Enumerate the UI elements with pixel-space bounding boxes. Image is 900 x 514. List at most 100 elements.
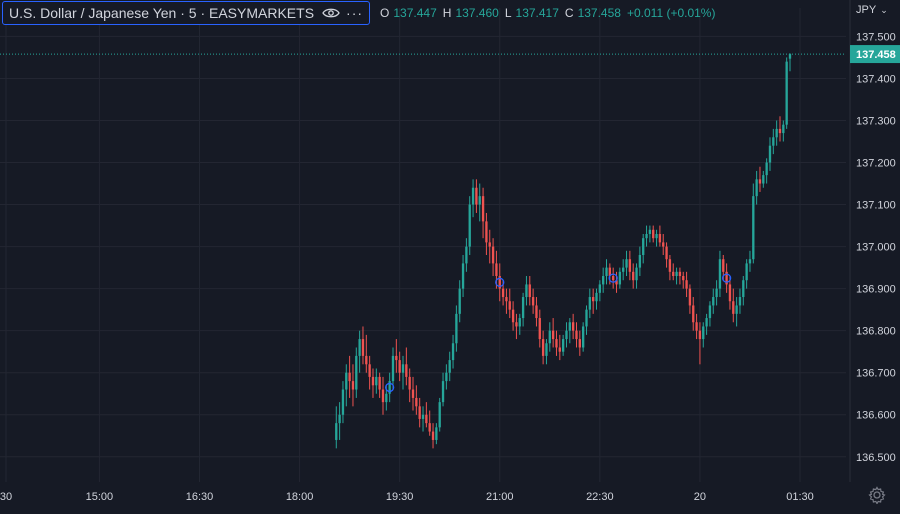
candle-body <box>655 233 658 239</box>
chevron-down-icon: ⌄ <box>880 5 888 15</box>
candle-body <box>545 343 548 356</box>
candle-body <box>625 259 628 268</box>
candle-body <box>435 427 438 440</box>
candle-body <box>491 246 495 264</box>
symbol-title[interactable]: U.S. Dollar / Japanese Yen · 5 · EASYMAR… <box>9 5 314 21</box>
candle-body <box>365 355 368 365</box>
time-tick-label: 16:30 <box>186 491 214 503</box>
high-label: H <box>442 6 452 20</box>
last-price-label: 137.458 <box>850 45 900 64</box>
ohlc-values: O 137.447 H 137.460 L 137.417 C 137.458 … <box>380 6 717 20</box>
candle-body <box>612 276 615 281</box>
candle-body <box>511 309 515 323</box>
candle-body <box>485 221 488 243</box>
candle-body <box>768 145 772 163</box>
candle-body <box>535 305 538 319</box>
candle-body <box>765 162 768 176</box>
candle-body <box>518 318 521 327</box>
candle-body <box>732 301 735 314</box>
candle-body <box>715 288 718 298</box>
candle-body <box>758 179 762 184</box>
candle-body <box>745 263 748 281</box>
currency-selector[interactable]: JPY ⌄ <box>856 4 888 16</box>
candle-body <box>348 372 351 382</box>
candle-body <box>678 271 682 277</box>
candle-body <box>588 297 591 310</box>
eye-icon[interactable] <box>322 7 340 19</box>
candle-body <box>638 255 642 268</box>
close-value: 137.458 <box>577 6 621 20</box>
candle-body <box>425 414 428 424</box>
candle-body <box>578 339 581 348</box>
candle-body <box>418 406 421 419</box>
candle-body <box>375 376 378 386</box>
candle-body <box>752 196 755 260</box>
candle-body <box>478 196 481 205</box>
time-tick-label: 19:30 <box>386 491 414 503</box>
candle-body <box>368 364 371 377</box>
candle-body <box>538 318 541 340</box>
time-tick-label: 21:00 <box>486 491 514 503</box>
price-chart[interactable]: 136.500 136.600 136.700 136.800 136.900 137.0… <box>0 0 900 514</box>
candle-body <box>488 242 491 247</box>
candle-body <box>531 297 535 306</box>
candle-body <box>335 423 338 440</box>
candle-body <box>755 179 758 197</box>
candle-body <box>525 284 528 298</box>
time-axis[interactable]: 30 15:00 16:30 18:00 19:30 21:00 22:30 20 01:30 <box>0 491 814 503</box>
candle-body <box>358 339 361 356</box>
candle-body <box>345 372 348 390</box>
candle-body <box>551 330 555 340</box>
price-tick-label: 136.700 <box>856 368 896 380</box>
candle-body <box>581 326 585 348</box>
candle-body <box>445 372 448 382</box>
candle-body <box>618 271 622 285</box>
candle-body <box>405 364 408 377</box>
candle-body <box>602 276 605 285</box>
candle-body <box>501 288 505 298</box>
candle-body <box>658 233 662 243</box>
candle-body <box>598 284 602 293</box>
candle-body <box>782 124 785 134</box>
time-tick-label: 20 <box>694 491 706 503</box>
candle-body <box>708 305 712 319</box>
candle-body <box>541 339 545 356</box>
candle-body <box>381 389 385 403</box>
candle-body <box>428 423 431 432</box>
candle-body <box>728 284 732 302</box>
dividend-markers <box>385 273 732 393</box>
ellipsis-icon[interactable]: ··· <box>346 5 363 21</box>
candle-body <box>475 187 478 205</box>
price-tick-label: 137.500 <box>856 31 896 43</box>
candle-body <box>461 263 465 289</box>
candle-body <box>738 297 742 306</box>
candle-body <box>438 402 441 428</box>
candle-body <box>675 271 678 277</box>
candle-body <box>528 284 531 298</box>
candle-body <box>622 267 625 272</box>
price-tick-label: 137.000 <box>856 242 896 254</box>
time-tick-label: 22:30 <box>586 491 614 503</box>
candle-body <box>605 267 608 277</box>
candle-body <box>508 301 511 310</box>
gear-icon[interactable] <box>868 486 886 504</box>
candle-body <box>642 238 645 255</box>
price-tick-label: 137.300 <box>856 115 896 127</box>
candle-body <box>722 259 725 272</box>
candle-body <box>565 330 568 340</box>
candle-body <box>778 128 782 134</box>
symbol-selector[interactable]: U.S. Dollar / Japanese Yen · 5 · EASYMAR… <box>2 1 371 25</box>
candle-body <box>455 313 458 344</box>
time-tick-label: 18:00 <box>286 491 314 503</box>
candle-body <box>451 343 455 361</box>
price-tick-label: 137.400 <box>856 73 896 85</box>
candle-body <box>355 355 358 390</box>
candle-body <box>548 330 551 344</box>
candle-body <box>515 322 518 327</box>
candle-body <box>575 330 578 340</box>
candle-body <box>695 322 698 331</box>
time-tick-label: 30 <box>0 491 12 503</box>
currency-label[interactable]: JPY <box>856 4 876 16</box>
price-axis[interactable]: 136.500 136.600 136.700 136.800 136.900 137.0… <box>856 31 896 463</box>
candle-body <box>785 61 788 125</box>
